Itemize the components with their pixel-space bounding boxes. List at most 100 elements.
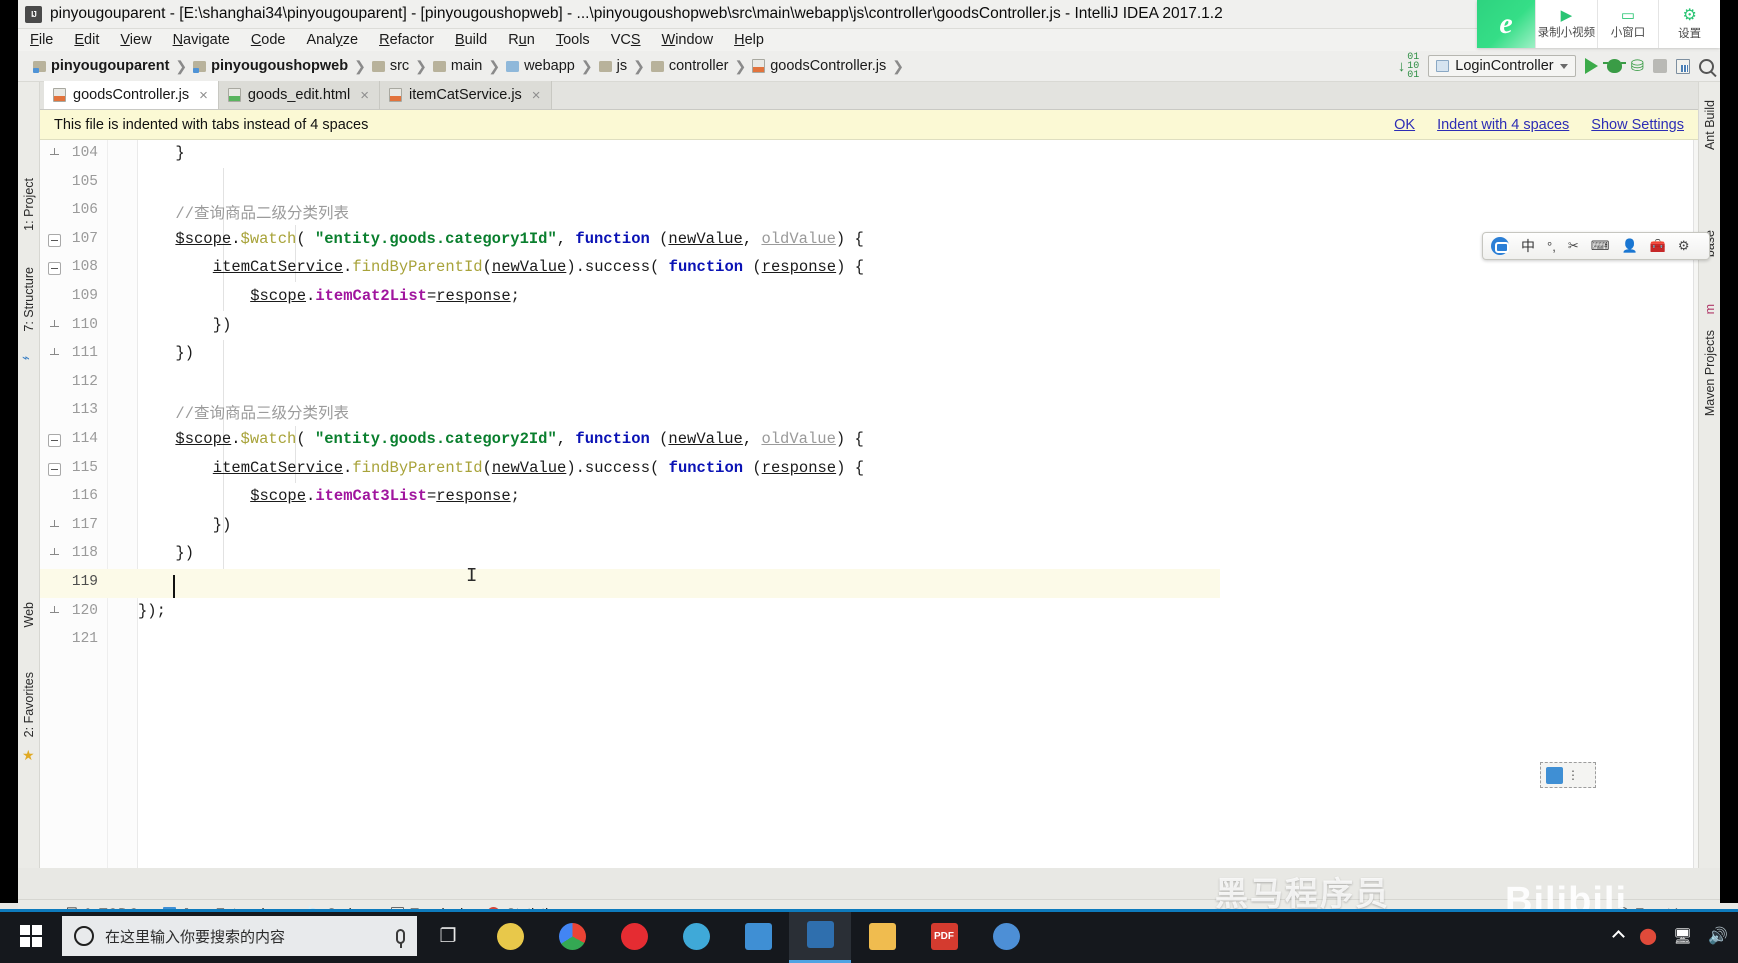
- code-line[interactable]: 110}): [40, 312, 1698, 341]
- code-line[interactable]: 117}): [40, 512, 1698, 541]
- sidebar-item-structure[interactable]: 7: Structure: [22, 267, 36, 332]
- sidebar-item-web[interactable]: Web: [22, 602, 36, 627]
- tab-goodscontroller-js[interactable]: goodsController.js ×: [44, 81, 219, 109]
- menu-bar[interactable]: File Edit View Navigate Code Analyze Ref…: [18, 29, 1720, 51]
- left-tool-strip[interactable]: 1: Project 7: Structure ⌁ Web 2: Favorit…: [18, 82, 40, 868]
- breadcrumb[interactable]: pinyougouparent ❯ pinyougoushopweb ❯ src…: [28, 58, 1398, 75]
- scissors-icon[interactable]: ✂: [1568, 238, 1579, 254]
- notification-settings-link[interactable]: Show Settings: [1591, 117, 1684, 133]
- fold-collapse-icon[interactable]: [48, 262, 61, 276]
- code-line[interactable]: 112: [40, 369, 1698, 398]
- floating-mini-toolbar[interactable]: ⋮: [1540, 762, 1596, 788]
- menu-item-vcs[interactable]: VCS: [611, 32, 641, 48]
- tab-goods-edit-html[interactable]: goods_edit.html ×: [218, 81, 380, 109]
- mini-app-icon[interactable]: [1546, 766, 1563, 784]
- search-icon[interactable]: [1699, 58, 1714, 74]
- code-line[interactable]: 114 $scope.$watch( "entity.goods.category…: [40, 426, 1698, 455]
- breadcrumb-item-pinyougouparent[interactable]: pinyougouparent: [28, 58, 174, 74]
- record-video-button[interactable]: ▶ 录制小视频: [1535, 0, 1597, 48]
- run-configuration-selector[interactable]: LoginController: [1428, 55, 1576, 77]
- code-line[interactable]: 120});: [40, 598, 1698, 627]
- menu-item-view[interactable]: View: [120, 32, 151, 48]
- menu-item-navigate[interactable]: Navigate: [173, 32, 230, 48]
- breadcrumb-item-js[interactable]: js: [594, 58, 632, 74]
- code-line[interactable]: 115 itemCatService.findByParentId(newValu…: [40, 455, 1698, 484]
- small-window-button[interactable]: ▭ 小窗口: [1596, 0, 1659, 48]
- chevron-down-icon[interactable]: ⋮: [1567, 768, 1579, 782]
- fold-end-icon[interactable]: [48, 605, 61, 619]
- ime-logo-icon[interactable]: [1491, 237, 1509, 255]
- fold-collapse-icon[interactable]: [48, 233, 61, 247]
- breadcrumb-item-src[interactable]: src: [367, 58, 414, 74]
- code-line[interactable]: 107 $scope.$watch( "entity.goods.category…: [40, 226, 1698, 255]
- fold-collapse-icon[interactable]: [48, 462, 61, 476]
- editor-tabs[interactable]: goodsController.js × goods_edit.html × i…: [40, 81, 1698, 110]
- microphone-icon[interactable]: [396, 928, 405, 948]
- chevron-up-icon[interactable]: [1612, 929, 1625, 943]
- right-tool-strip[interactable]: Ant Build base m Maven Projects: [1698, 82, 1720, 868]
- code-line[interactable]: 111}): [40, 340, 1698, 369]
- tab-itemcatservice-js[interactable]: itemCatService.js ×: [379, 81, 552, 109]
- grid-icon[interactable]: [1676, 58, 1690, 74]
- code-lines[interactable]: 104} 105 106 //查询商品二级分类列表 107 $scope.$watch( …: [40, 140, 1698, 655]
- close-icon[interactable]: ×: [199, 88, 208, 103]
- volume-icon[interactable]: 🔊: [1708, 926, 1728, 946]
- fold-end-icon[interactable]: [48, 348, 61, 361]
- windows-start-icon[interactable]: [0, 909, 62, 963]
- toolbox-icon[interactable]: 🧰: [1650, 238, 1666, 254]
- menu-item-help[interactable]: Help: [734, 32, 764, 48]
- sidebar-item-ant-build[interactable]: Ant Build: [1703, 100, 1717, 150]
- code-line[interactable]: 113 //查询商品三级分类列表: [40, 397, 1698, 426]
- breadcrumb-item-controller[interactable]: controller: [646, 58, 734, 74]
- ime-language-bar[interactable]: 中 °, ✂ ⌨ 👤 🧰 ⚙: [1482, 232, 1710, 260]
- folder-blue-icon[interactable]: [727, 909, 789, 963]
- system-tray[interactable]: ⬤ 🖥 🔊: [1612, 926, 1728, 946]
- code-line[interactable]: 106 //查询商品二级分类列表: [40, 197, 1698, 226]
- search-input[interactable]: 在这里输入你要搜索的内容: [62, 916, 417, 956]
- menu-item-run[interactable]: Run: [508, 32, 535, 48]
- close-icon[interactable]: ×: [532, 88, 541, 103]
- breadcrumb-item-pinyougoushopweb[interactable]: pinyougoushopweb: [188, 58, 353, 74]
- shield-icon[interactable]: ⬤: [1639, 926, 1657, 946]
- screen-recorder-toolbar[interactable]: e ▶ 录制小视频 ▭ 小窗口 ⚙ 设置: [1477, 0, 1720, 48]
- fold-end-icon[interactable]: [48, 148, 61, 161]
- coverage-icon[interactable]: ⛁: [1631, 56, 1644, 76]
- opera-app-icon[interactable]: [603, 909, 665, 963]
- code-line[interactable]: 116 $scope.itemCat3List=response;: [40, 483, 1698, 512]
- sidebar-item-project[interactable]: 1: Project: [22, 178, 36, 231]
- menu-item-window[interactable]: Window: [662, 32, 714, 48]
- punctuation-icon[interactable]: °,: [1547, 239, 1556, 254]
- keyboard-icon[interactable]: ⌨: [1591, 238, 1610, 254]
- media-app-icon[interactable]: [665, 909, 727, 963]
- breadcrumb-item-main[interactable]: main: [428, 58, 487, 74]
- breadcrumb-item-goodscontroller[interactable]: goodsController.js: [747, 58, 891, 74]
- stop-icon[interactable]: [1653, 59, 1667, 73]
- notification-ok-link[interactable]: OK: [1394, 117, 1415, 133]
- chrome-app-icon[interactable]: [541, 909, 603, 963]
- menu-item-build[interactable]: Build: [455, 32, 487, 48]
- pdf-app-icon[interactable]: PDF: [913, 909, 975, 963]
- sidebar-item-favorites[interactable]: 2: Favorites: [22, 672, 36, 737]
- fold-end-icon[interactable]: [48, 548, 61, 561]
- code-editor[interactable]: 104} 105 106 //查询商品二级分类列表 107 $scope.$watch( …: [40, 140, 1698, 868]
- gear-icon[interactable]: ⚙: [1678, 238, 1690, 254]
- breadcrumb-item-webapp[interactable]: webapp: [501, 58, 580, 74]
- fold-collapse-icon[interactable]: [48, 433, 61, 447]
- play-icon[interactable]: [1584, 58, 1598, 74]
- task-view-icon[interactable]: ❐: [417, 909, 479, 963]
- windows-taskbar[interactable]: 在这里输入你要搜索的内容 ❐ PDF ⬤ 🖥 🔊: [0, 909, 1738, 963]
- display-icon[interactable]: 🖥: [1673, 927, 1692, 945]
- update-project-button[interactable]: ↓ 01 10 01: [1398, 52, 1420, 80]
- user-icon[interactable]: 👤: [1621, 238, 1637, 254]
- intellij-app-icon[interactable]: [789, 909, 851, 963]
- recorder-settings-button[interactable]: ⚙ 设置: [1658, 0, 1720, 48]
- explorer-app-icon[interactable]: [851, 909, 913, 963]
- bug-icon[interactable]: [1602, 59, 1626, 73]
- sidebar-item-maven-projects[interactable]: Maven Projects: [1703, 330, 1717, 416]
- code-line[interactable]: 109 $scope.itemCat2List=response;: [40, 283, 1698, 312]
- menu-item-edit[interactable]: Edit: [74, 32, 99, 48]
- menu-item-refactor[interactable]: Refactor: [379, 32, 434, 48]
- code-line[interactable]: 108 itemCatService.findByParentId(newValu…: [40, 254, 1698, 283]
- fold-end-icon[interactable]: [48, 519, 61, 533]
- menu-item-tools[interactable]: Tools: [556, 32, 590, 48]
